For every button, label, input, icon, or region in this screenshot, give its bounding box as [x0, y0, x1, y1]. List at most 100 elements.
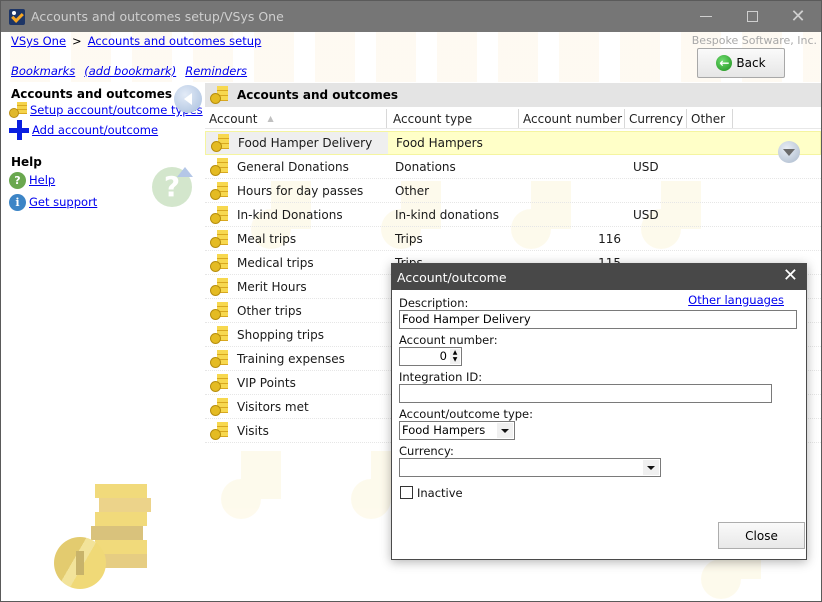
close-icon: ✕	[790, 5, 806, 27]
account-cell: Food Hamper Delivery	[206, 133, 388, 153]
maximize-icon	[746, 11, 758, 22]
close-button[interactable]: Close	[718, 522, 805, 549]
description-label: Description:	[399, 296, 469, 310]
breadcrumb: VSys One > Accounts and outcomes setup	[11, 34, 261, 48]
coins-decoration	[54, 484, 154, 589]
account-cell: Meal trips	[205, 229, 387, 249]
sidebar-item-label[interactable]: Help	[29, 173, 55, 187]
close-window-button[interactable]: ✕	[775, 1, 821, 32]
inactive-label: Inactive	[417, 486, 463, 500]
inactive-checkbox[interactable]	[400, 486, 413, 499]
column-header-account[interactable]: Account ▲	[205, 109, 387, 128]
account-name: Visits	[237, 423, 269, 438]
type-select-value: Food Hampers	[402, 423, 486, 437]
add-bookmark-link[interactable]: (add bookmark)	[84, 64, 176, 78]
back-button[interactable]: ← Back	[697, 48, 785, 78]
chevron-down-icon	[497, 423, 513, 438]
account-number-label: Account number:	[399, 333, 498, 347]
close-button-label: Close	[745, 528, 778, 543]
minimize-button[interactable]	[683, 1, 729, 32]
expand-up-icon[interactable]	[177, 167, 193, 177]
coins-icon	[209, 349, 229, 369]
dialog-close-icon[interactable]: ✕	[783, 267, 798, 285]
account-name: Merit Hours	[237, 279, 307, 294]
account-type-cell: Trips	[395, 231, 423, 246]
coins-icon	[209, 397, 229, 417]
account-type-cell: Donations	[395, 159, 456, 174]
table-row[interactable]: Food Hamper Delivery Food Hampers	[205, 131, 821, 155]
table-row[interactable]: Hours for day passes Other	[205, 179, 821, 203]
account-number-cell: 116	[598, 231, 621, 246]
company-name: Bespoke Software, Inc.	[691, 34, 817, 47]
account-name: Hours for day passes	[237, 183, 364, 198]
quick-links: Bookmarks (add bookmark) Reminders	[11, 64, 247, 78]
spinner-arrows-icon[interactable]: ▲ ▼	[450, 349, 460, 364]
bookmarks-link[interactable]: Bookmarks	[11, 64, 75, 78]
account-name: VIP Points	[237, 375, 296, 390]
account-name: Medical trips	[237, 255, 314, 270]
title-bar: Accounts and outcomes setup/VSys One ✕	[1, 1, 821, 32]
column-header-label: Currency	[629, 111, 684, 126]
maximize-button[interactable]	[729, 1, 775, 32]
account-number-stepper[interactable]: 0 ▲ ▼	[399, 347, 462, 366]
sidebar-item-label[interactable]: Add account/outcome	[32, 123, 158, 137]
plus-icon	[9, 120, 29, 140]
account-outcome-dialog: Account/outcome ✕ Description: Other lan…	[391, 263, 807, 560]
account-cell: Hours for day passes	[205, 181, 387, 201]
reminders-link[interactable]: Reminders	[185, 64, 247, 78]
filter-button[interactable]	[778, 141, 800, 163]
account-cell: Merit Hours	[205, 277, 387, 297]
account-name: Visitors met	[237, 399, 309, 414]
account-cell: Visits	[205, 421, 387, 441]
currency-cell: USD	[633, 207, 659, 222]
coins-icon	[209, 205, 229, 225]
account-type-cell: In-kind donations	[395, 207, 499, 222]
column-header-account-type[interactable]: Account type	[387, 109, 519, 128]
integration-id-field[interactable]	[399, 384, 772, 403]
table-row[interactable]: In-kind Donations In-kind donations USD	[205, 203, 821, 227]
background-coins-decoration	[221, 451, 281, 521]
currency-select[interactable]	[399, 458, 661, 477]
integration-id-label: Integration ID:	[399, 370, 483, 384]
dialog-title-bar: Account/outcome ✕	[392, 264, 806, 290]
account-name: In-kind Donations	[237, 207, 343, 222]
sidebar-item-add-account[interactable]: Add account/outcome	[9, 119, 205, 141]
other-languages-link[interactable]: Other languages	[688, 293, 784, 307]
breadcrumb-separator: >	[72, 34, 82, 48]
account-name: Other trips	[237, 303, 302, 318]
account-cell: In-kind Donations	[205, 205, 387, 225]
account-name: Meal trips	[237, 231, 297, 246]
column-header-account-number[interactable]: Account number	[519, 109, 625, 128]
help-icon: ?	[9, 171, 26, 189]
sidebar-item-label[interactable]: Get support	[29, 195, 97, 209]
coins-icon	[209, 301, 229, 321]
currency-label: Currency:	[399, 444, 454, 458]
coins-icon	[209, 157, 229, 177]
breadcrumb-current-link[interactable]: Accounts and outcomes setup	[88, 34, 262, 48]
column-header-other[interactable]: Other	[687, 109, 733, 128]
type-select[interactable]: Food Hampers	[399, 421, 515, 440]
description-field[interactable]: Food Hamper Delivery	[399, 310, 797, 329]
minimize-icon	[700, 16, 712, 17]
account-name: General Donations	[237, 159, 349, 174]
account-cell: Training expenses	[205, 349, 387, 369]
account-number-value: 0	[439, 349, 447, 363]
chevron-left-icon	[184, 93, 192, 105]
column-header-label: Account number	[523, 111, 623, 126]
collapse-sidebar-button[interactable]	[174, 85, 202, 113]
grid-title-bar: Accounts and outcomes	[205, 83, 821, 107]
currency-cell: USD	[633, 159, 659, 174]
breadcrumb-home-link[interactable]: VSys One	[11, 34, 66, 48]
grid-title: Accounts and outcomes	[237, 88, 398, 102]
account-name: Shopping trips	[237, 327, 325, 342]
window-title: Accounts and outcomes setup/VSys One	[31, 9, 284, 24]
coins-icon	[209, 421, 229, 441]
column-header-label: Account type	[393, 111, 473, 126]
sort-ascending-icon: ▲	[267, 114, 274, 123]
table-row[interactable]: General Donations Donations USD	[205, 155, 821, 179]
table-row[interactable]: Meal trips Trips 116	[205, 227, 821, 251]
column-header-currency[interactable]: Currency	[625, 109, 687, 128]
coins-icon	[209, 229, 229, 249]
account-cell: VIP Points	[205, 373, 387, 393]
filter-icon	[783, 148, 795, 156]
